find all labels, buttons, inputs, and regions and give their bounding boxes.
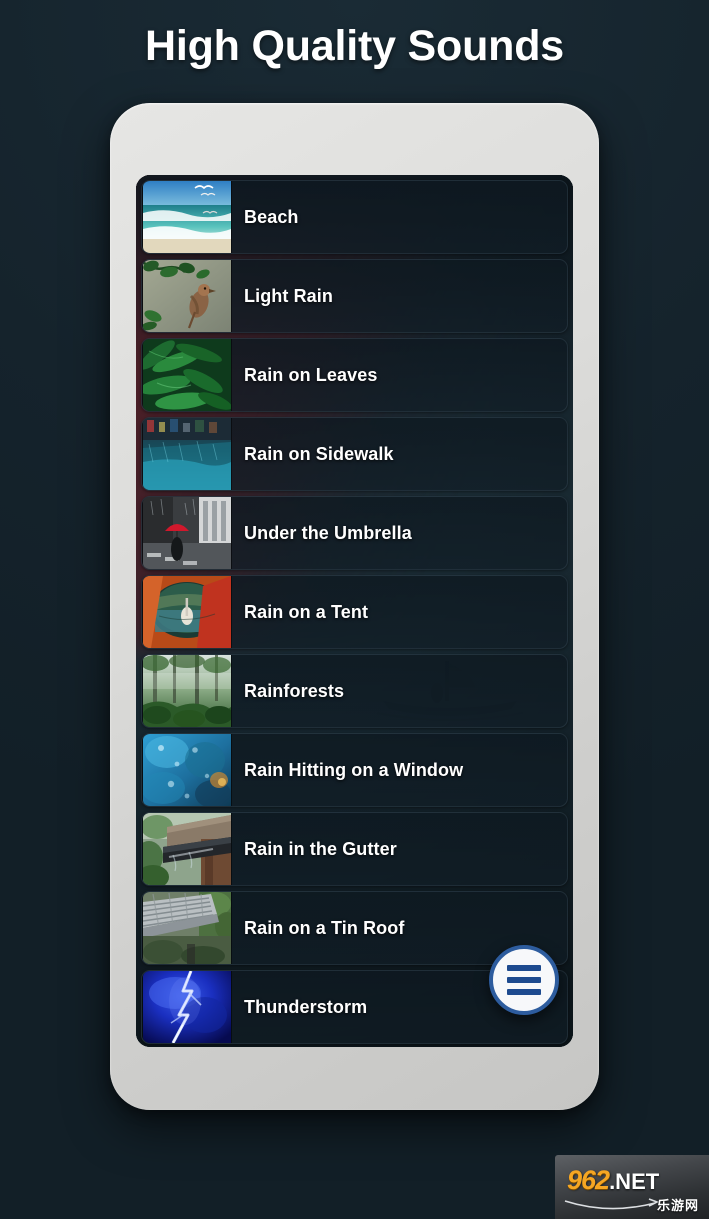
watermark-tld: .NET (609, 1169, 660, 1194)
list-item[interactable]: Rain on a Tent (141, 575, 568, 649)
rain-on-a-tent-thumbnail (143, 576, 231, 648)
thunderstorm-thumbnail (143, 971, 231, 1043)
list-item-label: Rain Hitting on a Window (244, 759, 464, 780)
list-item[interactable]: Rain in the Gutter (141, 812, 568, 886)
rain-on-sidewalk-thumbnail (143, 418, 231, 490)
rain-on-a-tin-roof-thumbnail (143, 892, 231, 964)
list-item[interactable]: Light Rain (141, 259, 568, 333)
page-title: High Quality Sounds (144, 22, 565, 70)
site-watermark: 962.NET 乐游网 (555, 1155, 709, 1219)
list-item-label: Rain in the Gutter (244, 838, 397, 859)
list-item-label: Rain on a Tin Roof (244, 917, 405, 938)
beach-thumbnail (143, 181, 231, 253)
promo-page: High Quality Sounds Beach Light Rain Rai… (0, 0, 709, 1219)
list-item[interactable]: Under the Umbrella (141, 496, 568, 570)
rainforests-thumbnail (143, 655, 231, 727)
light-rain-bird-thumbnail (143, 260, 231, 332)
watermark-chinese-text: 乐游网 (656, 1198, 699, 1213)
device-screen: Beach Light Rain Rain on Leaves Rain on … (136, 175, 573, 1047)
hamburger-menu-icon-bar (507, 965, 541, 971)
list-item-label: Rainforests (244, 680, 345, 701)
hamburger-menu-icon-bar (507, 989, 541, 995)
list-item[interactable]: Beach (141, 180, 568, 254)
hamburger-menu-icon-bar (507, 977, 541, 983)
rain-on-leaves-thumbnail (143, 339, 231, 411)
menu-fab-button[interactable] (489, 945, 559, 1015)
rain-hitting-on-a-window-thumbnail (143, 734, 231, 806)
list-item[interactable]: Rainforests (141, 654, 568, 728)
sound-list[interactable]: Beach Light Rain Rain on Leaves Rain on … (136, 175, 573, 1047)
list-item-label: Rain on Leaves (244, 364, 378, 385)
list-item[interactable]: Rain Hitting on a Window (141, 733, 568, 807)
watermark-number: 962 (567, 1165, 610, 1195)
list-item-label: Light Rain (244, 285, 333, 306)
under-the-umbrella-thumbnail (143, 497, 231, 569)
list-item[interactable]: Rain on Leaves (141, 338, 568, 412)
phone-mockup-frame: Beach Light Rain Rain on Leaves Rain on … (110, 103, 599, 1110)
list-item-label: Thunderstorm (244, 996, 368, 1017)
list-item-label: Under the Umbrella (244, 522, 412, 543)
list-item-label: Beach (244, 206, 299, 227)
rain-in-the-gutter-thumbnail (143, 813, 231, 885)
list-item[interactable]: Rain on Sidewalk (141, 417, 568, 491)
watermark-swoosh-icon (563, 1197, 659, 1213)
list-item-label: Rain on a Tent (244, 601, 369, 622)
watermark-logo-text: 962.NET (567, 1167, 659, 1194)
list-item-label: Rain on Sidewalk (244, 443, 394, 464)
